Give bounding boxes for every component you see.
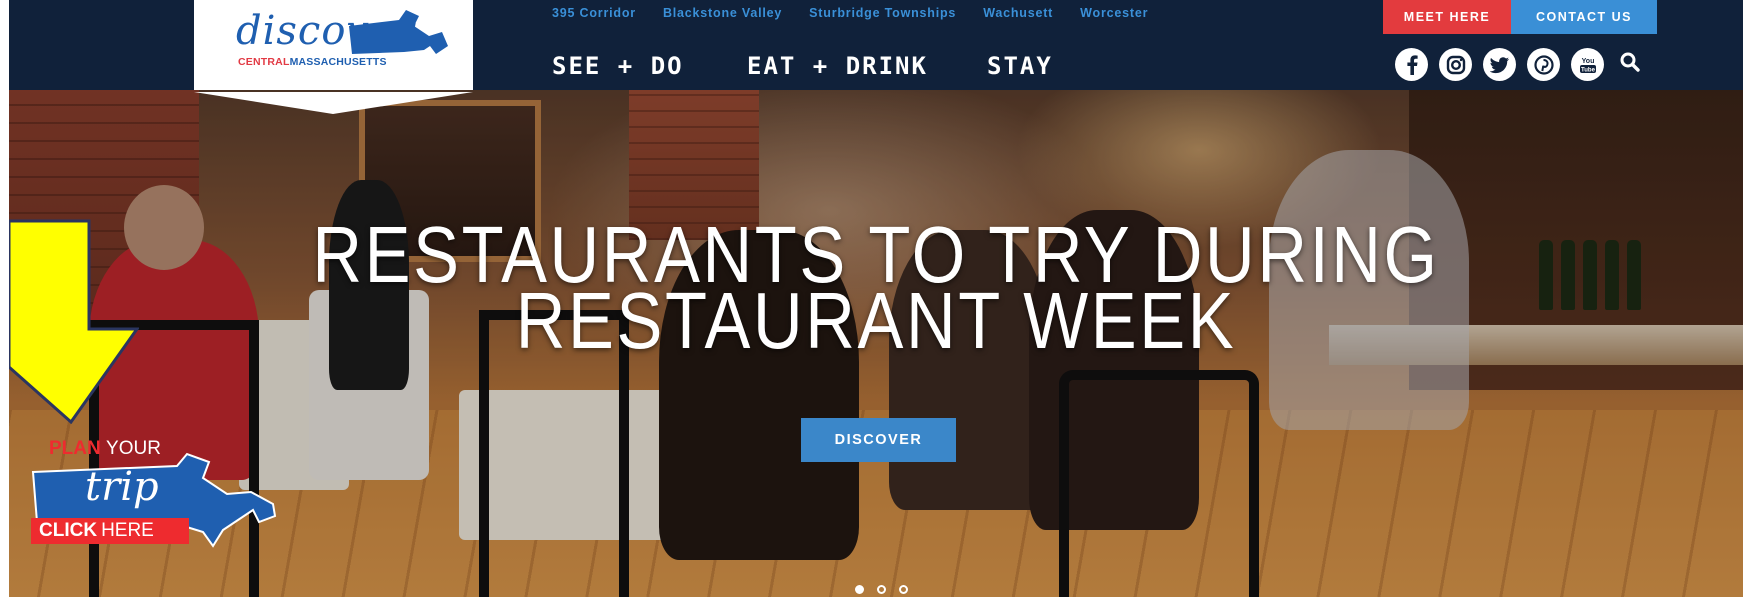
- massachusetts-map-icon: [349, 10, 448, 54]
- nav-stay[interactable]: STAY: [987, 52, 1053, 80]
- slide-dot-1[interactable]: [855, 585, 864, 594]
- plan-your-label: PLAN YOUR: [49, 438, 161, 460]
- contact-us-button[interactable]: CONTACT US: [1511, 0, 1657, 34]
- region-link-395-corridor[interactable]: 395 Corridor: [552, 6, 636, 20]
- discover-button[interactable]: DISCOVER: [801, 418, 956, 462]
- social-links: You Tube: [1395, 48, 1641, 81]
- pinterest-icon[interactable]: [1527, 48, 1560, 81]
- logo-notch: [194, 92, 473, 114]
- trip-word: trip: [85, 464, 159, 510]
- your-word: YOUR: [106, 438, 161, 459]
- svg-text:Tube: Tube: [1581, 67, 1596, 73]
- plan-your-trip-badge[interactable]: PLAN YOUR trip CLICK HERE: [27, 438, 297, 548]
- slider-pagination: [855, 585, 908, 594]
- site-logo[interactable]: discover CENTRALMASSACHUSETTS: [194, 0, 473, 92]
- nav-see-do[interactable]: SEE + DO: [552, 52, 747, 80]
- hero-title: RESTAURANTS TO TRY DURING RESTAURANT WEE…: [130, 215, 1621, 361]
- site-header: discover CENTRALMASSACHUSETTS 395 Corrid…: [9, 0, 1743, 92]
- region-nav: 395 Corridor Blackstone Valley Sturbridg…: [552, 6, 1148, 20]
- plan-word: PLAN: [49, 438, 101, 459]
- click-word: CLICK: [39, 520, 98, 541]
- nav-eat-drink[interactable]: EAT + DRINK: [747, 52, 987, 80]
- meet-here-button[interactable]: MEET HERE: [1383, 0, 1511, 34]
- twitter-icon[interactable]: [1483, 48, 1516, 81]
- here-word: HERE: [101, 520, 154, 541]
- search-icon[interactable]: [1619, 51, 1641, 78]
- region-link-sturbridge-townships[interactable]: Sturbridge Townships: [809, 6, 956, 20]
- region-link-wachusett[interactable]: Wachusett: [983, 6, 1053, 20]
- click-here-label: CLICK HERE: [31, 518, 189, 544]
- region-link-blackstone-valley[interactable]: Blackstone Valley: [663, 6, 782, 20]
- svg-text:You: You: [1581, 58, 1594, 65]
- slide-dot-3[interactable]: [899, 585, 908, 594]
- instagram-icon[interactable]: [1439, 48, 1472, 81]
- slide-dot-2[interactable]: [877, 585, 886, 594]
- page-frame: discover CENTRALMASSACHUSETTS 395 Corrid…: [9, 0, 1743, 597]
- facebook-icon[interactable]: [1395, 48, 1428, 81]
- region-link-worcester[interactable]: Worcester: [1080, 6, 1148, 20]
- yellow-down-arrow-icon: [9, 219, 139, 424]
- main-nav: SEE + DO EAT + DRINK STAY: [552, 52, 1053, 80]
- youtube-icon[interactable]: You Tube: [1571, 48, 1604, 81]
- logo-sub-central: CENTRAL: [238, 56, 290, 68]
